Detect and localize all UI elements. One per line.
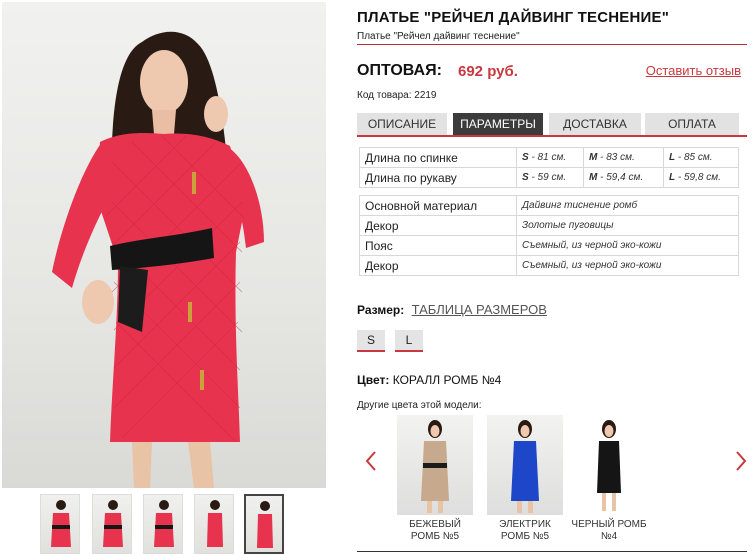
size-m-value: M - 83 см. [583,147,664,168]
thumbnail-4[interactable] [194,494,234,554]
model-in-coral-dress-image [52,31,264,488]
variant-electric[interactable]: ЭЛЕКТРИК РОМБ №5 [487,415,563,543]
table-row: Декор Золотые пуговицы [359,215,739,236]
thumbnail-3[interactable] [143,494,183,554]
variant-black[interactable]: ЧЕРНЫЙ РОМБ №4 [571,415,647,543]
attr-name: Основной материал [359,195,517,216]
size-m-value: M - 59,4 см. [583,167,664,188]
attr-value: Съемный, из черной эко-кожи [516,255,739,276]
variant-photo [397,415,473,515]
bottom-divider [357,551,747,552]
param-name: Длина по спинке [359,147,517,168]
variant-photo [571,415,647,515]
leave-review-link[interactable]: Оставить отзыв [646,63,741,78]
attr-value: Золотые пуговицы [516,215,739,236]
size-s-value: S - 59 см. [516,167,584,188]
variant-caption: БЕЖЕВЫЙ РОМБ №5 [409,519,461,542]
carousel-prev-button[interactable] [364,450,378,472]
thumbnail-1[interactable] [40,494,80,554]
variant-caption: ЧЕРНЫЙ РОМБ №4 [571,519,647,542]
product-main-photo[interactable] [2,2,326,488]
tab-delivery[interactable]: ДОСТАВКА [549,113,641,135]
tab-payment[interactable]: ОПЛАТА [645,113,739,135]
size-option-l[interactable]: L [395,330,423,352]
variant-photo [487,415,563,515]
color-label: Цвет: [357,373,390,387]
color-value: КОРАЛЛ РОМБ №4 [392,373,502,387]
tabs-underline [357,135,747,137]
table-row: Длина по спинке S - 81 см. M - 83 см. L … [359,147,739,168]
attr-name: Декор [359,215,517,236]
color-row: Цвет: КОРАЛЛ РОМБ №4 [357,373,501,387]
thumbnail-5-active[interactable] [244,494,284,554]
tab-parameters[interactable]: ПАРАМЕТРЫ [453,113,543,135]
price-value: 692 руб. [458,63,518,80]
size-option-s[interactable]: S [357,330,385,352]
variant-caption: ЭЛЕКТРИК РОМБ №5 [499,519,551,542]
product-sku: Код товара: 2219 [357,90,437,101]
carousel-next-button[interactable] [734,450,748,472]
title-divider [357,44,747,45]
other-colors-label: Другие цвета этой модели: [357,400,482,411]
attr-name: Пояс [359,235,517,256]
size-chart-link[interactable]: ТАБЛИЦА РАЗМЕРОВ [412,302,547,317]
thumbnail-2[interactable] [92,494,132,554]
size-row: Размер: ТАБЛИЦА РАЗМЕРОВ [357,302,547,317]
measurements-table: Длина по спинке S - 81 см. M - 83 см. L … [359,147,739,188]
table-row: Пояс Съемный, из черной эко-кожи [359,235,739,256]
table-row: Декор Съемный, из черной эко-кожи [359,255,739,276]
product-subtitle: Платье "Рейчел дайвинг теснение" [357,31,520,42]
price-row: ОПТОВАЯ: 692 руб. Оставить отзыв [357,60,747,84]
size-l-value: L - 59,8 см. [663,167,739,188]
attr-value: Дайвинг тиснение ромб [516,195,739,216]
tab-description[interactable]: ОПИСАНИЕ [357,113,447,135]
price-label: ОПТОВАЯ: [357,62,442,79]
param-name: Длина по рукаву [359,167,517,188]
attr-value: Съемный, из черной эко-кожи [516,235,739,256]
variant-beige[interactable]: БЕЖЕВЫЙ РОМБ №5 [397,415,473,543]
size-s-value: S - 81 см. [516,147,584,168]
table-row: Основной материал Дайвинг тиснение ромб [359,195,739,216]
product-title: ПЛАТЬЕ "РЕЙЧЕЛ ДАЙВИНГ ТЕСНЕНИЕ" [357,9,670,26]
attributes-table: Основной материал Дайвинг тиснение ромб … [359,195,739,276]
thumbnail-strip [40,494,290,554]
size-l-value: L - 85 см. [663,147,739,168]
table-row: Длина по рукаву S - 59 см. M - 59,4 см. … [359,167,739,188]
product-tabs: ОПИСАНИЕ ПАРАМЕТРЫ ДОСТАВКА ОПЛАТА [357,113,747,137]
size-label: Размер: [357,303,405,317]
chevron-right-icon [736,451,747,471]
attr-name: Декор [359,255,517,276]
chevron-left-icon [365,451,376,471]
